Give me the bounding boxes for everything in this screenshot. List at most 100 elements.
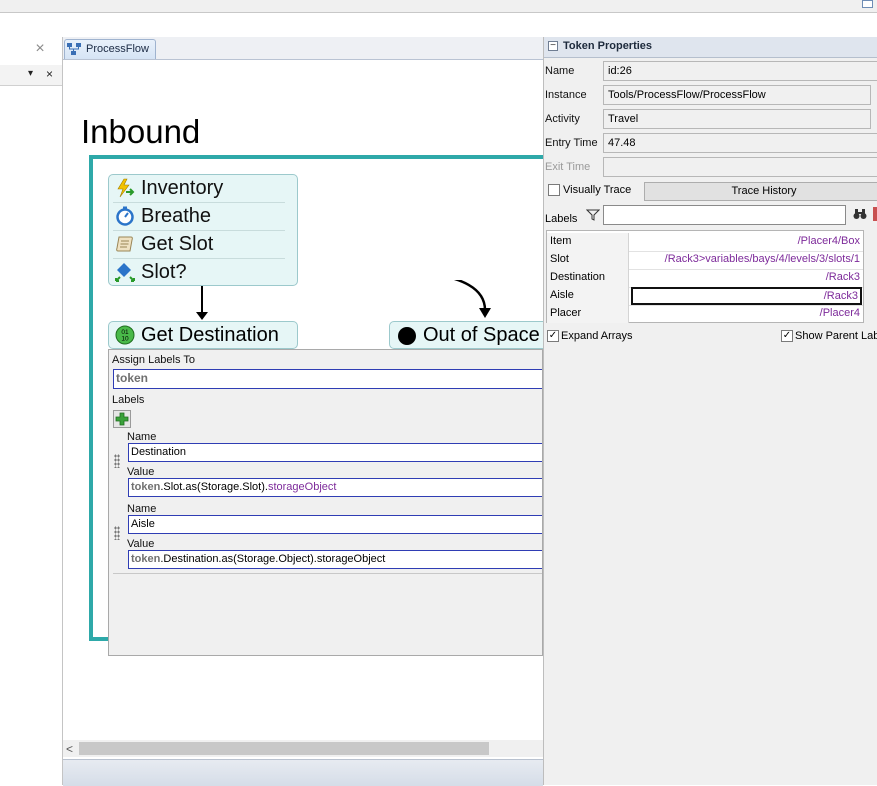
label-value-cell[interactable]: /Placer4 <box>631 305 862 323</box>
assign-to-input[interactable]: token <box>113 369 542 389</box>
bottom-status-bar <box>63 759 543 786</box>
divider <box>113 573 542 574</box>
activity-label: Inventory <box>141 177 224 199</box>
token-name-field[interactable]: id:26 <box>603 61 877 81</box>
label-name-cell: Aisle <box>547 287 629 305</box>
activity-get-slot[interactable]: Get Slot <box>113 231 285 259</box>
code-text: .Destination.as(Storage.Object).storageO… <box>160 553 386 565</box>
lightning-arrow-icon <box>117 178 135 198</box>
arrowhead-get-destination <box>196 312 208 320</box>
label-value-field[interactable]: token.Slot.as(Storage.Slot).storageObjec… <box>128 478 542 497</box>
tab-processflow-label: ProcessFlow <box>86 43 149 55</box>
token-properties-title: Token Properties <box>563 40 653 52</box>
label-value-cell-selected[interactable]: /Rack3 <box>631 287 862 305</box>
binary-circle-icon: 01 10 <box>115 325 135 345</box>
activity-label: Activity <box>545 113 580 125</box>
activity-label: Get Slot <box>141 233 214 255</box>
value-caption: Value <box>127 466 155 478</box>
top-band <box>0 13 877 37</box>
exit-time-label: Exit Time <box>545 161 591 173</box>
show-parent-labels-checkbox[interactable]: ✓ <box>781 330 793 342</box>
name-caption: Name <box>127 503 157 515</box>
activity-breathe[interactable]: Breathe <box>113 203 285 231</box>
name-label: Name <box>545 65 575 77</box>
activity-stack[interactable]: Inventory Breathe Get Slot Slot? <box>108 174 298 286</box>
window-restore-icon[interactable] <box>862 0 873 8</box>
svg-text:10: 10 <box>121 336 129 343</box>
name-caption: Name <box>127 431 157 443</box>
label-name-cell: Slot <box>547 251 629 269</box>
trace-history-button[interactable]: Trace History <box>644 182 877 201</box>
label-value-cell[interactable]: /Placer4/Box <box>631 233 862 251</box>
activity-label: Slot? <box>141 261 187 283</box>
close-small-icon[interactable]: × <box>46 67 53 81</box>
value-caption: Value <box>127 538 155 550</box>
label-name-cell: Item <box>547 233 629 251</box>
scroll-left-icon[interactable]: < <box>66 742 73 756</box>
instance-field[interactable]: Tools/ProcessFlow/ProcessFlow <box>603 85 871 105</box>
labels-filter-input[interactable] <box>603 205 846 225</box>
activity-label: Get Destination <box>141 324 279 346</box>
filter-icon[interactable] <box>586 209 600 221</box>
sink-dot-icon <box>398 327 416 345</box>
drag-handle-icon[interactable] <box>114 454 120 468</box>
show-parent-labels-label: Show Parent Labels <box>795 330 877 342</box>
label-value-field[interactable]: token.Destination.as(Storage.Object).sto… <box>128 550 542 569</box>
top-toolbar-strip <box>0 0 877 13</box>
chevron-down-icon[interactable]: ▾ <box>28 68 33 79</box>
code-property: storageObject <box>267 481 337 493</box>
activity-field[interactable]: Travel <box>603 109 871 129</box>
collapse-icon[interactable]: − <box>548 41 558 51</box>
entry-time-field[interactable]: 47.48 <box>603 133 877 153</box>
delete-icon[interactable] <box>873 207 877 221</box>
add-label-button[interactable] <box>113 410 131 428</box>
table-row[interactable]: Item /Placer4/Box <box>547 233 863 252</box>
label-name-cell: Placer <box>547 305 629 323</box>
activity-out-of-space[interactable]: Out of Space <box>389 321 559 349</box>
activity-label: Breathe <box>141 205 212 227</box>
label-name-field[interactable]: Destination <box>128 443 542 462</box>
code-keyword: token <box>131 481 161 493</box>
scrollbar-thumb[interactable] <box>79 742 489 755</box>
label-value-cell[interactable]: /Rack3>variables/bays/4/levels/3/slots/1 <box>631 251 862 269</box>
assign-to-caption: Assign Labels To <box>112 354 195 366</box>
code-text: .Slot.as(Storage.Slot). <box>160 481 268 493</box>
expand-arrays-checkbox[interactable]: ✓ <box>547 330 559 342</box>
label-name-cell: Destination <box>547 269 629 287</box>
assign-labels-properties[interactable]: Assign Labels To token Labels Name Desti… <box>108 349 543 656</box>
exit-time-field <box>603 157 877 177</box>
connector-arrows <box>196 280 491 320</box>
activity-label: Out of Space <box>423 324 540 346</box>
visually-trace-label: Visually Trace <box>563 184 632 196</box>
plus-icon <box>115 412 129 426</box>
activity-inventory[interactable]: Inventory <box>113 175 285 203</box>
container-title: Inbound <box>81 113 201 150</box>
table-row[interactable]: Destination /Rack3 <box>547 269 863 288</box>
table-row[interactable]: Slot /Rack3>variables/bays/4/levels/3/sl… <box>547 251 863 270</box>
token-properties-pane: − Token Properties Name id:26 Instance T… <box>543 37 877 785</box>
table-row[interactable]: Placer /Placer4 <box>547 305 863 323</box>
process-flow-icon <box>67 43 81 55</box>
close-icon[interactable]: × <box>33 41 47 57</box>
activity-slot-decision[interactable]: Slot? <box>113 259 285 286</box>
labels-caption: Labels <box>545 213 578 225</box>
decision-diamond-icon <box>115 263 135 282</box>
left-docked-panel <box>0 37 63 785</box>
expand-arrays-label: Expand Arrays <box>561 330 633 342</box>
scroll-icon <box>116 236 133 252</box>
instance-label: Instance <box>545 89 587 101</box>
token-labels-table: Item /Placer4/Box Slot /Rack3>variables/… <box>546 230 864 323</box>
visually-trace-checkbox[interactable] <box>548 184 560 196</box>
arrowhead-out-of-space <box>479 308 491 318</box>
labels-heading: Labels <box>112 394 145 406</box>
binoculars-icon[interactable] <box>853 208 867 220</box>
arrow-to-out-of-space <box>453 280 487 311</box>
stopwatch-icon <box>116 206 134 226</box>
label-value-cell[interactable]: /Rack3 <box>631 269 862 287</box>
label-name-field[interactable]: Aisle <box>128 515 542 534</box>
activity-get-destination[interactable]: 01 10 Get Destination <box>108 321 298 349</box>
entry-time-label: Entry Time <box>545 137 598 149</box>
drag-handle-icon[interactable] <box>114 526 120 540</box>
table-row[interactable]: Aisle /Rack3 <box>547 287 863 306</box>
code-keyword: token <box>131 553 161 565</box>
